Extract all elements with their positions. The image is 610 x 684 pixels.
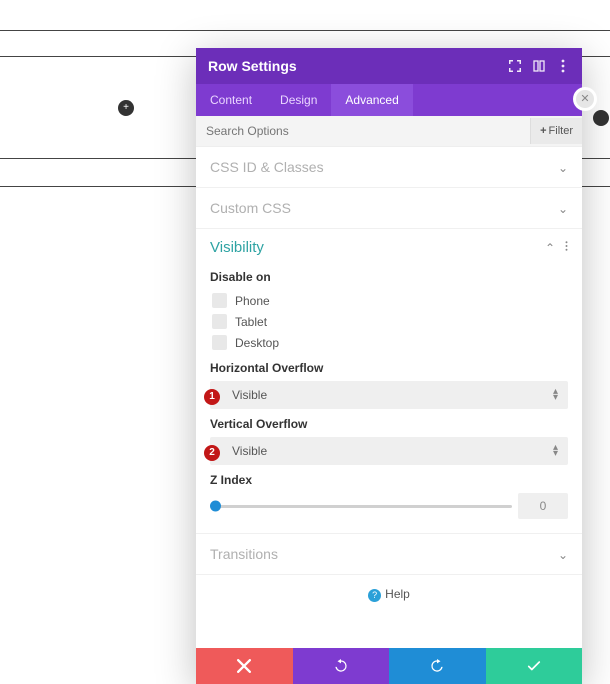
v-overflow-label: Vertical Overflow: [210, 417, 568, 431]
z-index-value[interactable]: 0: [518, 493, 568, 519]
section-title: Visibility: [210, 239, 264, 256]
tab-design[interactable]: Design: [266, 84, 331, 116]
h-overflow-label: Horizontal Overflow: [210, 361, 568, 375]
help-label: Help: [385, 587, 410, 601]
modal-title: Row Settings: [208, 58, 297, 74]
section-title: Transitions: [210, 546, 278, 562]
select-arrows-icon: ▴▾: [553, 389, 558, 401]
chevron-up-icon[interactable]: ⌃: [545, 241, 555, 255]
filter-button[interactable]: +Filter: [530, 118, 582, 144]
add-section-icon[interactable]: [593, 110, 609, 126]
disable-desktop-row: Desktop: [210, 332, 568, 353]
drag-icon[interactable]: [532, 59, 546, 73]
select-value: Visible: [232, 388, 267, 402]
disable-tablet-row: Tablet: [210, 311, 568, 332]
help-icon: ?: [368, 589, 381, 602]
search-input[interactable]: [196, 116, 530, 146]
callout-badge-1: 1: [204, 389, 220, 405]
more-icon[interactable]: [556, 59, 570, 73]
row-settings-modal: Row Settings Content Design Advanced ✕ +…: [196, 48, 582, 684]
more-icon[interactable]: [565, 240, 568, 255]
h-overflow-select[interactable]: Visible ▴▾: [210, 381, 568, 409]
callout-badge-2: 2: [204, 445, 220, 461]
checkbox-tablet[interactable]: [212, 314, 227, 329]
confirm-button[interactable]: [486, 648, 583, 684]
section-header[interactable]: Visibility ⌃: [210, 239, 568, 264]
checkbox-label: Desktop: [235, 336, 279, 350]
chevron-down-icon: ⌄: [558, 548, 568, 562]
checkbox-label: Phone: [235, 294, 270, 308]
bg-line: [0, 30, 610, 31]
section-visibility: Visibility ⌃ Disable on Phone Tablet: [196, 229, 582, 534]
z-index-slider[interactable]: [210, 505, 512, 508]
disable-on-label: Disable on: [210, 270, 568, 284]
undo-button[interactable]: [293, 648, 390, 684]
help-row[interactable]: ? Help: [196, 575, 582, 612]
tab-content[interactable]: Content: [196, 84, 266, 116]
checkbox-phone[interactable]: [212, 293, 227, 308]
tab-advanced[interactable]: Advanced: [331, 84, 412, 116]
redo-button[interactable]: [389, 648, 486, 684]
checkbox-desktop[interactable]: [212, 335, 227, 350]
z-index-group: Z Index 0: [210, 473, 568, 519]
z-index-slider-row: 0: [210, 493, 568, 519]
titlebar-icons: [508, 59, 570, 73]
add-section-icon[interactable]: +: [118, 100, 134, 116]
section-transitions[interactable]: Transitions ⌄: [196, 534, 582, 575]
modal-body: CSS ID & Classes ⌄ Custom CSS ⌄ Visibili…: [196, 147, 582, 648]
section-title: CSS ID & Classes: [210, 159, 324, 175]
close-icon[interactable]: ✕: [576, 90, 594, 108]
tabs: Content Design Advanced ✕: [196, 84, 582, 116]
vertical-overflow-group: Vertical Overflow 2 Visible ▴▾: [210, 417, 568, 465]
slider-thumb[interactable]: [210, 501, 221, 512]
section-css-id-classes[interactable]: CSS ID & Classes ⌄: [196, 147, 582, 188]
checkbox-label: Tablet: [235, 315, 267, 329]
z-index-label: Z Index: [210, 473, 568, 487]
section-custom-css[interactable]: Custom CSS ⌄: [196, 188, 582, 229]
plus-icon: +: [540, 125, 546, 137]
horizontal-overflow-group: Horizontal Overflow 1 Visible ▴▾: [210, 361, 568, 409]
chevron-down-icon: ⌄: [558, 161, 568, 175]
expand-icon[interactable]: [508, 59, 522, 73]
v-overflow-select[interactable]: Visible ▴▾: [210, 437, 568, 465]
search-bar: +Filter: [196, 116, 582, 147]
spacer: [196, 612, 582, 642]
cancel-button[interactable]: [196, 648, 293, 684]
modal-footer: [196, 648, 582, 684]
disable-phone-row: Phone: [210, 290, 568, 311]
modal-titlebar: Row Settings: [196, 48, 582, 84]
select-value: Visible: [232, 444, 267, 458]
select-arrows-icon: ▴▾: [553, 445, 558, 457]
section-header-icons: ⌃: [545, 240, 568, 255]
filter-label: Filter: [549, 125, 573, 137]
chevron-down-icon: ⌄: [558, 202, 568, 216]
section-title: Custom CSS: [210, 200, 291, 216]
